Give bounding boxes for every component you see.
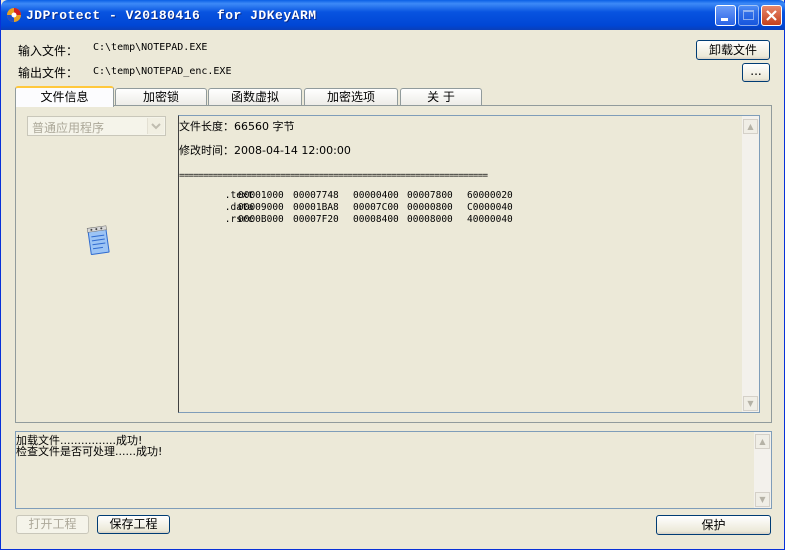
app-type-select: 普通应用程序: [27, 116, 166, 136]
tab-file-info[interactable]: 文件信息: [15, 86, 114, 107]
section-value: 0000B000: [238, 214, 284, 225]
minimize-icon: [721, 18, 728, 21]
title-bar[interactable]: JDProtect - V20180416 for JDKeyARM: [1, 0, 785, 30]
tab-about[interactable]: 关 于: [400, 88, 482, 106]
protect-button[interactable]: 保护: [656, 515, 771, 535]
section-value: 00007748: [293, 190, 339, 201]
app-type-value: 普通应用程序: [32, 121, 105, 135]
section-value: 00007800: [407, 190, 453, 201]
scroll-up-icon[interactable]: ▲: [743, 119, 758, 134]
section-value: 00007F20: [293, 214, 339, 225]
open-project-button: 打开工程: [16, 515, 89, 534]
output-file-path: C:\temp\NOTEPAD_enc.EXE: [93, 66, 232, 77]
log-line: 检查文件是否可处理......成功!: [16, 445, 163, 458]
section-value: 00008400: [353, 214, 399, 225]
input-file-path: C:\temp\NOTEPAD.EXE: [93, 42, 208, 53]
log-scrollbar[interactable]: ▲ ▼: [754, 432, 771, 508]
scroll-up-icon[interactable]: ▲: [755, 434, 770, 449]
chevron-down-icon: [147, 118, 164, 134]
section-row: .rsrc 0000B000 00007F20 00008400 00008000 400…: [179, 203, 513, 236]
unload-file-button[interactable]: 卸载文件: [696, 40, 770, 60]
scroll-down-icon[interactable]: ▼: [755, 492, 770, 507]
input-file-label: 输入文件：: [18, 44, 79, 58]
file-length-line: 文件长度：66560 字节: [179, 120, 295, 133]
minimize-button[interactable]: [715, 5, 736, 26]
file-info-textbox[interactable]: 文件长度：66560 字节 修改时间：2008-04-14 12:00:00 =…: [178, 115, 760, 413]
section-value: 00000400: [353, 190, 399, 201]
section-value: 00007C00: [353, 202, 399, 213]
section-value: 60000020: [467, 190, 513, 201]
window-title: JDProtect - V20180416 for JDKeyARM: [26, 8, 317, 23]
section-value: 40000040: [467, 214, 513, 225]
section-value: 00008000: [407, 214, 453, 225]
main-window: JDProtect - V20180416 for JDKeyARM 输入文件：…: [0, 0, 785, 550]
section-value: 00000800: [407, 202, 453, 213]
maximize-button: [738, 5, 759, 26]
tab-dongle[interactable]: 加密锁: [115, 88, 207, 106]
tab-function-virtualization[interactable]: 函数虚拟: [208, 88, 302, 106]
tab-encrypt-options[interactable]: 加密选项: [304, 88, 398, 106]
maximize-icon: [743, 10, 754, 20]
section-value: C0000040: [467, 202, 513, 213]
file-info-scrollbar[interactable]: ▲ ▼: [742, 116, 759, 412]
output-file-label: 输出文件：: [18, 66, 79, 80]
browse-output-button[interactable]: ...: [742, 63, 770, 82]
save-project-button[interactable]: 保存工程: [97, 515, 170, 534]
section-value: 00001BA8: [293, 202, 339, 213]
app-icon: [7, 8, 21, 22]
notepad-file-icon: [86, 225, 110, 255]
close-icon: [766, 10, 777, 21]
close-button[interactable]: [761, 5, 782, 26]
modified-time-line: 修改时间：2008-04-14 12:00:00: [179, 144, 351, 157]
scroll-down-icon[interactable]: ▼: [743, 396, 758, 411]
log-textbox[interactable]: 加载文件................成功! 检查文件是否可处理......成…: [15, 431, 772, 509]
